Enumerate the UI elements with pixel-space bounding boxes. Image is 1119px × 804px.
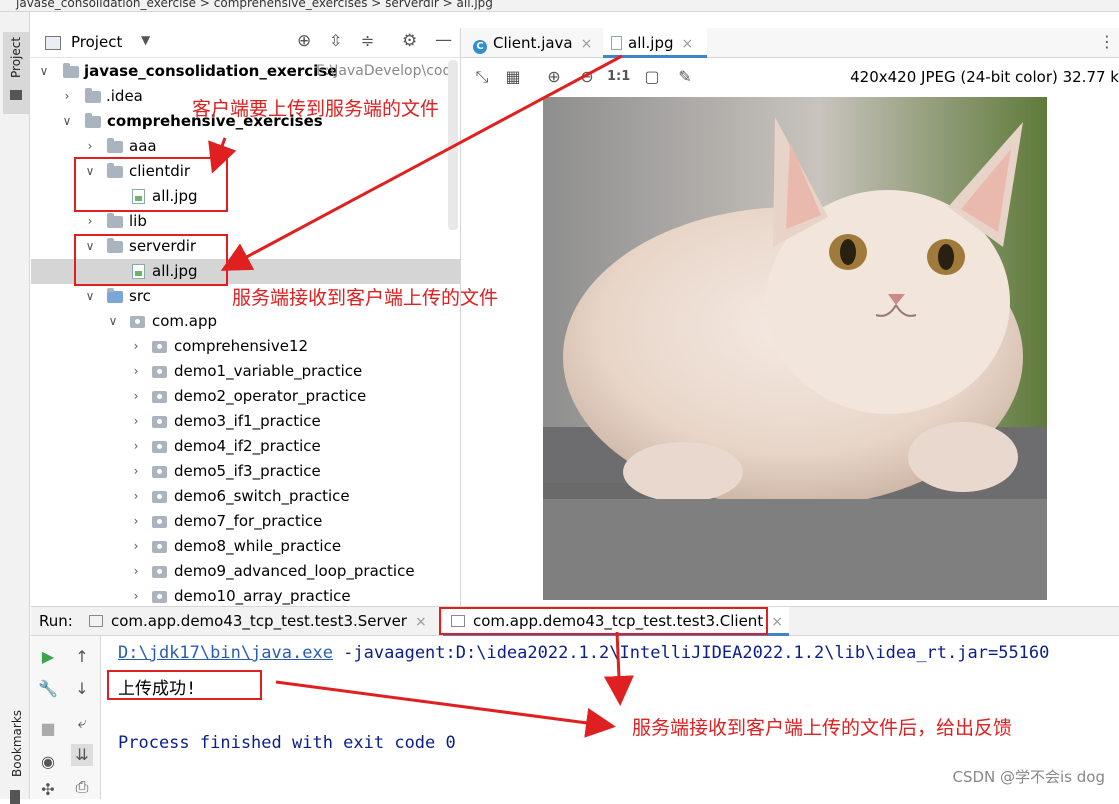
arrow-to-clientdir — [208, 137, 237, 174]
arrow-from-client-tab — [603, 631, 634, 706]
watermark: CSDN @学不会is dog — [952, 768, 1105, 786]
annotation-arrows — [208, 54, 634, 738]
arrow-to-serverdir — [220, 54, 623, 271]
arrow-from-output — [275, 680, 616, 738]
